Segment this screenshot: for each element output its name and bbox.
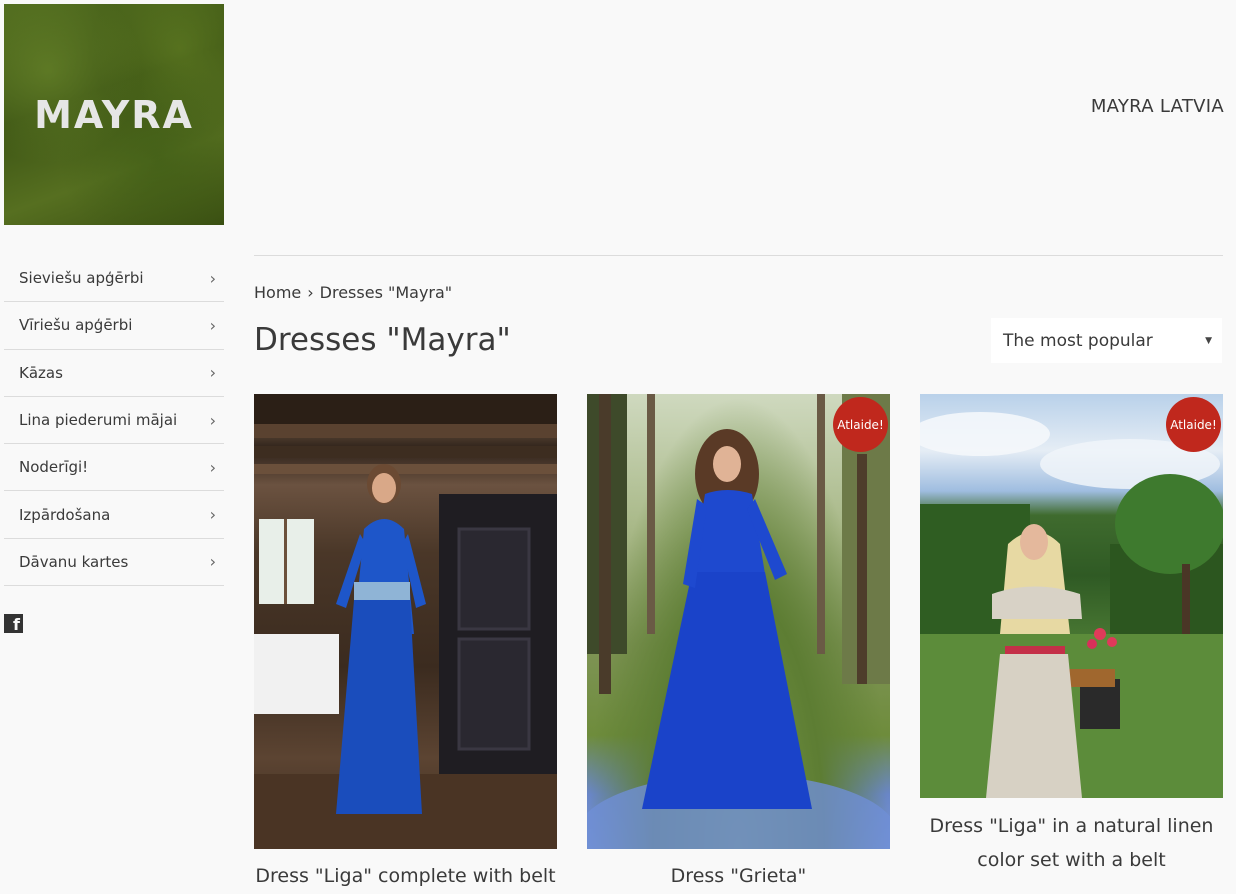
sidebar-item-label: Sieviešu apģērbi bbox=[19, 269, 144, 288]
sale-badge: Atlaide! bbox=[833, 397, 888, 452]
product-image[interactable] bbox=[254, 394, 557, 849]
sidebar-item-useful[interactable]: Noderīgi! › bbox=[4, 444, 224, 492]
product-image[interactable]: Atlaide! bbox=[587, 394, 890, 849]
chevron-right-icon: › bbox=[209, 410, 216, 430]
product-title-line: color set with a belt bbox=[977, 849, 1166, 871]
product-image[interactable]: Atlaide! bbox=[920, 394, 1223, 798]
breadcrumb-home-link[interactable]: Home bbox=[254, 283, 301, 302]
chevron-right-icon: › bbox=[209, 457, 216, 477]
store-logo[interactable]: MAYRA bbox=[4, 4, 224, 225]
sidebar-item-linen-home[interactable]: Lina piederumi mājai › bbox=[4, 397, 224, 445]
chevron-right-icon: › bbox=[209, 268, 216, 288]
sidebar-item-mens-clothing[interactable]: Vīriešu apģērbi › bbox=[4, 302, 224, 350]
breadcrumb-current: Dresses "Mayra" bbox=[319, 283, 453, 302]
sidebar-item-label: Izpārdošana bbox=[19, 505, 111, 524]
sidebar-item-sale[interactable]: Izpārdošana › bbox=[4, 491, 224, 539]
caret-down-icon: ▼ bbox=[1205, 335, 1212, 346]
product-title[interactable]: Dress "Liga" complete with belt bbox=[254, 859, 557, 893]
sidebar-item-gift-cards[interactable]: Dāvanu kartes › bbox=[4, 539, 224, 587]
sidebar-item-label: Lina piederumi mājai bbox=[19, 411, 178, 430]
breadcrumb-separator: › bbox=[307, 283, 314, 302]
facebook-icon[interactable]: f bbox=[4, 614, 23, 633]
chevron-right-icon: › bbox=[209, 505, 216, 525]
product-card[interactable]: Atlaide! Dress "Liga" in a natural linen… bbox=[920, 394, 1223, 894]
chevron-right-icon: › bbox=[209, 363, 216, 383]
product-card[interactable]: Dress "Liga" complete with belt bbox=[254, 394, 557, 894]
chevron-right-icon: › bbox=[209, 315, 216, 335]
product-title-line: Dress "Liga" in a natural linen bbox=[929, 815, 1214, 837]
sort-selected-value: The most popular bbox=[1003, 330, 1153, 351]
chevron-right-icon: › bbox=[209, 552, 216, 572]
sort-select[interactable]: The most popular ▼ bbox=[991, 318, 1222, 363]
product-title[interactable]: Dress "Liga" in a natural linen color se… bbox=[920, 809, 1223, 877]
sale-badge: Atlaide! bbox=[1166, 397, 1221, 452]
page-title: Dresses "Mayra" bbox=[254, 322, 511, 358]
breadcrumb: Home › Dresses "Mayra" bbox=[254, 283, 452, 302]
sidebar-item-label: Noderīgi! bbox=[19, 458, 89, 477]
product-card[interactable]: Atlaide! Dress "Grieta" bbox=[587, 394, 890, 894]
sidebar-item-label: Kāzas bbox=[19, 363, 63, 382]
sidebar-nav: Sieviešu apģērbi › Vīriešu apģērbi › Kāz… bbox=[4, 255, 224, 587]
header-divider bbox=[254, 255, 1223, 256]
sidebar-item-label: Vīriešu apģērbi bbox=[19, 316, 133, 335]
store-name-link[interactable]: MAYRA LATVIA bbox=[1091, 96, 1224, 117]
sidebar-item-weddings[interactable]: Kāzas › bbox=[4, 350, 224, 397]
sidebar-item-label: Dāvanu kartes bbox=[19, 552, 129, 571]
product-title[interactable]: Dress "Grieta" bbox=[587, 859, 890, 893]
logo-text: MAYRA bbox=[34, 92, 194, 137]
sidebar-item-womens-clothing[interactable]: Sieviešu apģērbi › bbox=[4, 255, 224, 303]
